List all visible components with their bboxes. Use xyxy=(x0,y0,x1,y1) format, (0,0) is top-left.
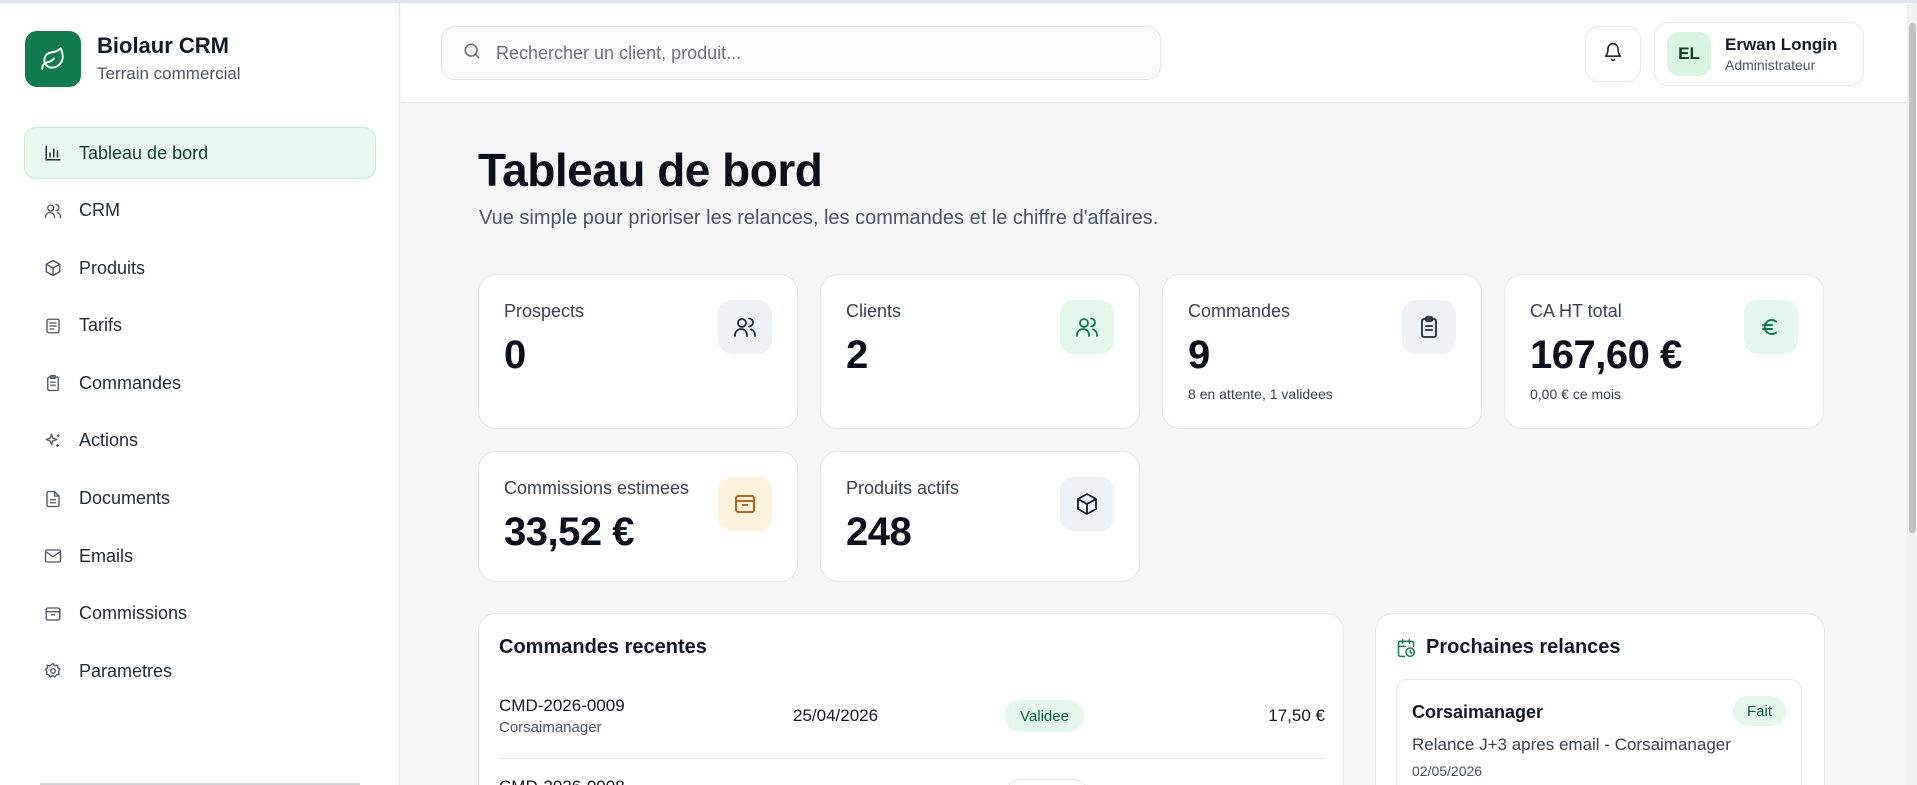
box-icon xyxy=(1060,477,1114,531)
sidebar-item-crm[interactable]: CRM xyxy=(24,185,376,237)
scrollbar-thumb[interactable] xyxy=(1909,23,1916,533)
table-row[interactable]: CMD-2026-0009 Corsaimanager 25/04/2026 V… xyxy=(499,684,1325,749)
stat-card-ca-ht[interactable]: CA HT total 167,60 € 0,00 € ce mois xyxy=(1504,274,1824,429)
page-subtitle: Vue simple pour prioriser les relances, … xyxy=(479,207,1159,229)
mail-icon xyxy=(43,546,63,566)
calendar-clock-icon xyxy=(1396,638,1416,658)
order-client: Corsaimanager xyxy=(499,719,602,736)
table-row[interactable]: CMD-2026-0008 xyxy=(499,759,1325,785)
search-input[interactable] xyxy=(496,42,1136,64)
sidebar-nav: Tableau de bord CRM Produits Tarifs Comm… xyxy=(24,127,376,703)
sidebar-item-label: Tableau de bord xyxy=(79,142,209,163)
leaf-logo-icon xyxy=(25,31,81,87)
archive-icon xyxy=(43,604,63,624)
search-box[interactable] xyxy=(441,26,1161,80)
status-badge: Validee xyxy=(1005,700,1084,732)
sidebar-item-commandes[interactable]: Commandes xyxy=(24,357,376,409)
sidebar-item-label: Tarifs xyxy=(79,315,123,336)
followup-client: Corsaimanager xyxy=(1412,702,1544,722)
euro-icon xyxy=(1744,300,1798,354)
order-id: CMD-2026-0008 xyxy=(499,777,625,785)
sidebar-item-documents[interactable]: Documents xyxy=(24,473,376,525)
sidebar-item-label: Emails xyxy=(79,545,134,566)
upcoming-title-wrap: Prochaines relances xyxy=(1396,636,1621,659)
stat-value: 248 xyxy=(846,510,912,554)
file-text-icon xyxy=(43,316,63,336)
sidebar-item-produits[interactable]: Produits xyxy=(24,242,376,294)
sidebar-item-tarifs[interactable]: Tarifs xyxy=(24,300,376,352)
brand[interactable]: Biolaur CRM Terrain commercial xyxy=(25,31,241,87)
sidebar-item-label: Documents xyxy=(79,488,171,509)
notifications-button[interactable] xyxy=(1585,26,1641,82)
clipboard-icon xyxy=(43,373,63,393)
search-icon xyxy=(462,41,482,66)
followup-card[interactable]: Corsaimanager Fait Relance J+3 apres ema… xyxy=(1396,679,1802,785)
sidebar-item-label: Parametres xyxy=(79,660,173,681)
users-icon xyxy=(1060,300,1114,354)
stat-note: 8 en attente, 1 validees xyxy=(1188,386,1333,402)
order-id: CMD-2026-0009 xyxy=(499,696,625,715)
status-badge: Fait xyxy=(1732,696,1786,726)
stat-card-commandes[interactable]: Commandes 9 8 en attente, 1 validees xyxy=(1162,274,1482,429)
sidebar-item-label: Actions xyxy=(79,430,139,451)
stat-value: 0 xyxy=(504,333,526,377)
upcoming-title: Prochaines relances xyxy=(1426,636,1621,658)
sparkles-icon xyxy=(43,431,63,451)
followup-description: Relance J+3 apres email - Corsaimanager xyxy=(1412,735,1731,754)
followup-date: 02/05/2026 xyxy=(1412,763,1483,779)
user-menu[interactable]: EL Erwan Longin Administrateur xyxy=(1654,22,1864,86)
sidebar-item-label: Produits xyxy=(79,257,146,278)
order-date: 25/04/2026 xyxy=(793,706,879,725)
stat-label: Prospects xyxy=(504,301,585,321)
stat-label: CA HT total xyxy=(1530,301,1622,321)
sidebar-item-label: Commandes xyxy=(79,372,182,393)
order-amount: 17,50 € xyxy=(1268,706,1325,725)
user-role: Administrateur xyxy=(1725,57,1816,73)
stat-value: 2 xyxy=(846,333,868,377)
clipboard-icon xyxy=(1402,300,1456,354)
user-name: Erwan Longin xyxy=(1725,35,1838,54)
sidebar-item-label: CRM xyxy=(79,200,120,221)
stat-value: 167,60 € xyxy=(1530,333,1682,377)
bell-icon xyxy=(1603,42,1623,67)
sidebar-item-commissions[interactable]: Commissions xyxy=(24,588,376,640)
stat-value: 9 xyxy=(1188,333,1210,377)
box-icon xyxy=(43,258,63,278)
main-content: Tableau de bord Vue simple pour priorise… xyxy=(401,103,1907,785)
recent-orders-title: Commandes recentes xyxy=(499,636,707,658)
stat-card-clients[interactable]: Clients 2 xyxy=(820,274,1140,429)
users-icon xyxy=(718,300,772,354)
stat-value: 33,52 € xyxy=(504,510,634,554)
sidebar-item-parametres[interactable]: Parametres xyxy=(24,645,376,697)
stat-label: Commissions estimees xyxy=(504,478,690,498)
stat-label: Clients xyxy=(846,301,902,321)
users-icon xyxy=(43,201,63,221)
stat-note: 0,00 € ce mois xyxy=(1530,386,1622,402)
status-badge xyxy=(1005,779,1089,785)
page-title: Tableau de bord xyxy=(478,144,823,196)
avatar: EL xyxy=(1667,32,1711,76)
sidebar-item-label: Commissions xyxy=(79,603,188,624)
vertical-scrollbar[interactable] xyxy=(1907,3,1917,785)
archive-icon xyxy=(718,477,772,531)
sidebar-item-emails[interactable]: Emails xyxy=(24,530,376,582)
bar-chart-icon xyxy=(43,143,63,163)
app-name: Biolaur CRM xyxy=(97,33,229,58)
stat-card-produits-actifs[interactable]: Produits actifs 248 xyxy=(820,451,1140,582)
upcoming-followups-panel: Prochaines relances Corsaimanager Fait R… xyxy=(1375,613,1825,785)
top-header: EL Erwan Longin Administrateur xyxy=(401,3,1907,103)
recent-orders-panel: Commandes recentes CMD-2026-0009 Corsaim… xyxy=(478,613,1344,785)
sidebar-item-tableau-de-bord[interactable]: Tableau de bord xyxy=(24,127,376,179)
gear-icon xyxy=(43,661,63,681)
document-icon xyxy=(43,489,63,509)
stat-card-prospects[interactable]: Prospects 0 xyxy=(478,274,798,429)
app-subtitle: Terrain commercial xyxy=(97,64,241,83)
stat-label: Produits actifs xyxy=(846,478,960,498)
sidebar-item-actions[interactable]: Actions xyxy=(24,415,376,467)
stat-label: Commandes xyxy=(1188,301,1291,321)
sidebar: Biolaur CRM Terrain commercial Tableau d… xyxy=(0,3,400,785)
stat-card-commissions[interactable]: Commissions estimees 33,52 € xyxy=(478,451,798,582)
